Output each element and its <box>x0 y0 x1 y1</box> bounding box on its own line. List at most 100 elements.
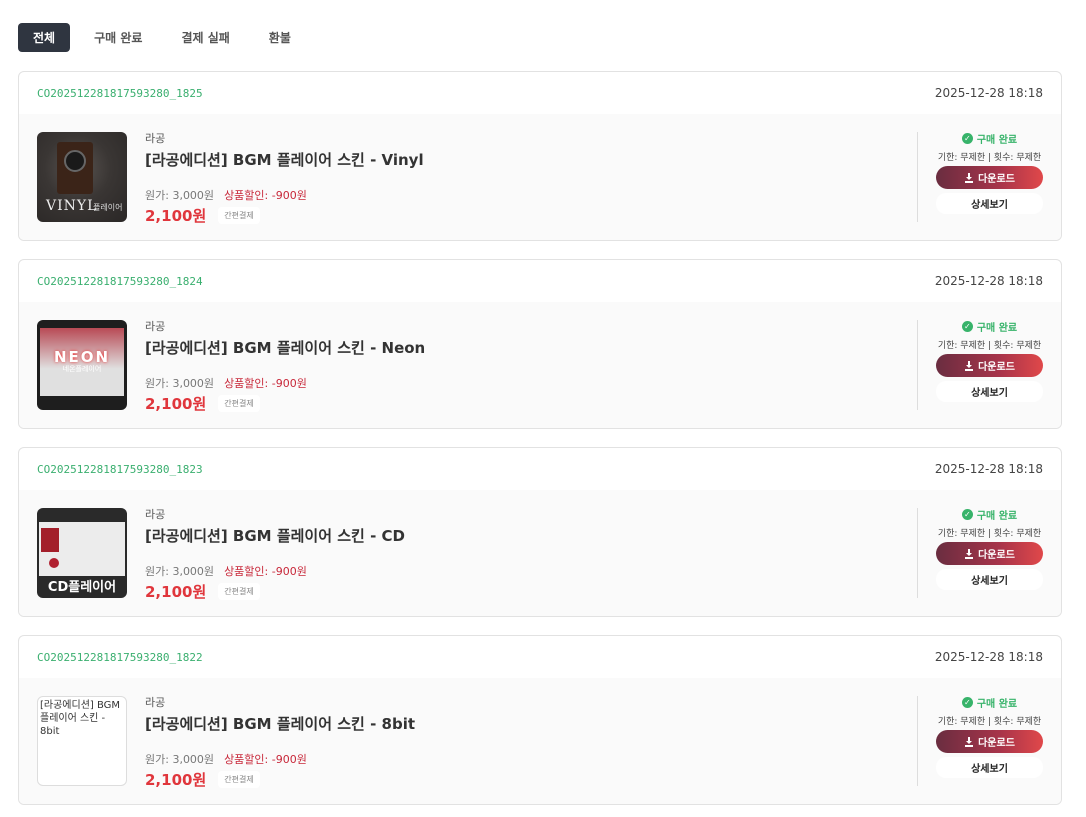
status-badge: ✓ 구매 완료 <box>936 318 1043 334</box>
status-label: 구매 완료 <box>976 134 1018 146</box>
order-header: CO202512281817593280_1823 2025-12-28 18:… <box>19 448 1061 490</box>
download-button[interactable]: 다운로드 <box>936 166 1043 189</box>
view-details-button[interactable]: 상세보기 <box>936 193 1043 214</box>
status-badge: ✓ 구매 완료 <box>936 130 1043 146</box>
view-details-button[interactable]: 상세보기 <box>936 569 1043 590</box>
thumbnail-title: CD플레이어 <box>47 580 117 595</box>
seller-name: 라공 <box>145 508 166 521</box>
original-price: 원가: 3,000원 <box>145 377 215 390</box>
download-label: 다운로드 <box>978 738 1015 749</box>
thumbnail-subtitle: 네온플레이어 <box>62 365 102 373</box>
download-button[interactable]: 다운로드 <box>936 542 1043 565</box>
album-art-graphic <box>41 528 59 552</box>
thumbnail-title: VINYL <box>46 198 98 214</box>
product-thumbnail[interactable]: CD플레이어 <box>37 508 127 598</box>
price-breakdown: 원가: 3,000원 상품할인: -900원 <box>145 187 424 203</box>
product-name[interactable]: [라공에디션] BGM 플레이어 스킨 - CD <box>145 525 405 546</box>
download-label: 다운로드 <box>978 174 1015 185</box>
download-button[interactable]: 다운로드 <box>936 354 1043 377</box>
seller-name: 라공 <box>145 132 166 145</box>
check-circle-icon: ✓ <box>961 508 973 520</box>
download-icon <box>965 548 974 559</box>
download-icon <box>965 172 974 183</box>
product-info: 라공 [라공에디션] BGM 플레이어 스킨 - 8bit 원가: 3,000원… <box>145 694 415 790</box>
order-body: VINYL 플레이어 라공 [라공에디션] BGM 플레이어 스킨 - Viny… <box>19 114 1061 240</box>
order-header: CO202512281817593280_1822 2025-12-28 18:… <box>19 636 1061 678</box>
final-price: 2,100원 <box>145 207 207 225</box>
download-limits: 기한: 무제한 | 횟수: 무제한 <box>937 717 1042 727</box>
download-icon <box>965 360 974 371</box>
product-thumbnail[interactable]: [라공에디션] BGM 플레이어 스킨 - 8bit <box>37 696 127 786</box>
seller-name: 라공 <box>145 696 166 709</box>
final-price-row: 2,100원 간편결제 <box>145 581 405 602</box>
original-price: 원가: 3,000원 <box>145 565 215 578</box>
final-price-row: 2,100원 간편결제 <box>145 393 425 414</box>
order-card: CO202512281817593280_1823 2025-12-28 18:… <box>18 447 1062 617</box>
tab-refund[interactable]: 환불 <box>254 23 306 52</box>
download-label: 다운로드 <box>978 362 1015 373</box>
product-name[interactable]: [라공에디션] BGM 플레이어 스킨 - Neon <box>145 337 425 358</box>
order-body: [라공에디션] BGM 플레이어 스킨 - 8bit 라공 [라공에디션] BG… <box>19 678 1061 804</box>
final-price-row: 2,100원 간편결제 <box>145 769 415 790</box>
order-date: 2025-12-28 18:18 <box>934 650 1043 664</box>
thumbnail-subtitle: 플레이어 <box>93 203 123 212</box>
order-date: 2025-12-28 18:18 <box>934 86 1043 100</box>
order-header: CO202512281817593280_1824 2025-12-28 18:… <box>19 260 1061 302</box>
order-card: CO202512281817593280_1824 2025-12-28 18:… <box>18 259 1062 429</box>
product-name[interactable]: [라공에디션] BGM 플레이어 스킨 - Vinyl <box>145 149 424 170</box>
download-label: 다운로드 <box>978 550 1015 561</box>
product-info: 라공 [라공에디션] BGM 플레이어 스킨 - Vinyl 원가: 3,000… <box>145 130 424 226</box>
order-header: CO202512281817593280_1825 2025-12-28 18:… <box>19 72 1061 114</box>
price-breakdown: 원가: 3,000원 상품할인: -900원 <box>145 563 405 579</box>
view-details-button[interactable]: 상세보기 <box>936 381 1043 402</box>
product-name[interactable]: [라공에디션] BGM 플레이어 스킨 - 8bit <box>145 713 415 734</box>
order-card: CO202512281817593280_1825 2025-12-28 18:… <box>18 71 1062 241</box>
payment-method-badge: 간편결제 <box>218 395 260 412</box>
product-discount: 상품할인: -900원 <box>224 565 307 578</box>
download-limits: 기한: 무제한 | 횟수: 무제한 <box>937 529 1042 539</box>
original-price: 원가: 3,000원 <box>145 753 215 766</box>
price-breakdown: 원가: 3,000원 상품할인: -900원 <box>145 751 415 767</box>
payment-method-badge: 간편결제 <box>218 207 260 224</box>
download-limits: 기한: 무제한 | 횟수: 무제한 <box>937 341 1042 351</box>
status-badge: ✓ 구매 완료 <box>936 506 1043 522</box>
check-circle-icon: ✓ <box>961 696 973 708</box>
status-label: 구매 완료 <box>976 698 1018 710</box>
order-actions: ✓ 구매 완료 기한: 무제한 | 횟수: 무제한 다운로드 상세보기 <box>936 130 1043 214</box>
product-info: 라공 [라공에디션] BGM 플레이어 스킨 - Neon 원가: 3,000원… <box>145 318 425 414</box>
broken-image-alt-text: [라공에디션] BGM 플레이어 스킨 - 8bit <box>40 700 121 737</box>
check-circle-icon: ✓ <box>961 132 973 144</box>
product-discount: 상품할인: -900원 <box>224 753 307 766</box>
divider <box>917 696 918 786</box>
final-price: 2,100원 <box>145 771 207 789</box>
tab-all[interactable]: 전체 <box>18 23 71 52</box>
product-thumbnail[interactable]: VINYL 플레이어 <box>37 132 127 222</box>
order-actions: ✓ 구매 완료 기한: 무제한 | 횟수: 무제한 다운로드 상세보기 <box>936 318 1043 402</box>
product-thumbnail[interactable]: NEON 네온플레이어 <box>37 320 127 410</box>
payment-method-badge: 간편결제 <box>218 771 260 788</box>
order-id: CO202512281817593280_1823 <box>37 462 203 476</box>
divider <box>917 320 918 410</box>
download-icon <box>965 736 974 747</box>
seller-name: 라공 <box>145 320 166 333</box>
price-breakdown: 원가: 3,000원 상품할인: -900원 <box>145 375 425 391</box>
status-filter-tabs: 전체 구매 완료 결제 실패 환불 <box>18 23 315 52</box>
download-button[interactable]: 다운로드 <box>936 730 1043 753</box>
tab-purchase-complete[interactable]: 구매 완료 <box>79 23 157 52</box>
final-price-row: 2,100원 간편결제 <box>145 205 424 226</box>
payment-method-badge: 간편결제 <box>218 583 260 600</box>
product-discount: 상품할인: -900원 <box>224 189 307 202</box>
order-date: 2025-12-28 18:18 <box>934 274 1043 288</box>
final-price: 2,100원 <box>145 583 207 601</box>
check-circle-icon: ✓ <box>961 320 973 332</box>
view-details-button[interactable]: 상세보기 <box>936 757 1043 778</box>
tab-payment-failed[interactable]: 결제 실패 <box>166 23 244 52</box>
order-body: NEON 네온플레이어 라공 [라공에디션] BGM 플레이어 스킨 - Neo… <box>19 302 1061 428</box>
order-id: CO202512281817593280_1822 <box>37 650 203 664</box>
play-icon <box>49 558 59 568</box>
status-label: 구매 완료 <box>976 510 1018 522</box>
order-actions: ✓ 구매 완료 기한: 무제한 | 횟수: 무제한 다운로드 상세보기 <box>936 694 1043 778</box>
order-body: CD플레이어 라공 [라공에디션] BGM 플레이어 스킨 - CD 원가: 3… <box>19 490 1061 616</box>
order-actions: ✓ 구매 완료 기한: 무제한 | 횟수: 무제한 다운로드 상세보기 <box>936 506 1043 590</box>
order-card: CO202512281817593280_1822 2025-12-28 18:… <box>18 635 1062 805</box>
